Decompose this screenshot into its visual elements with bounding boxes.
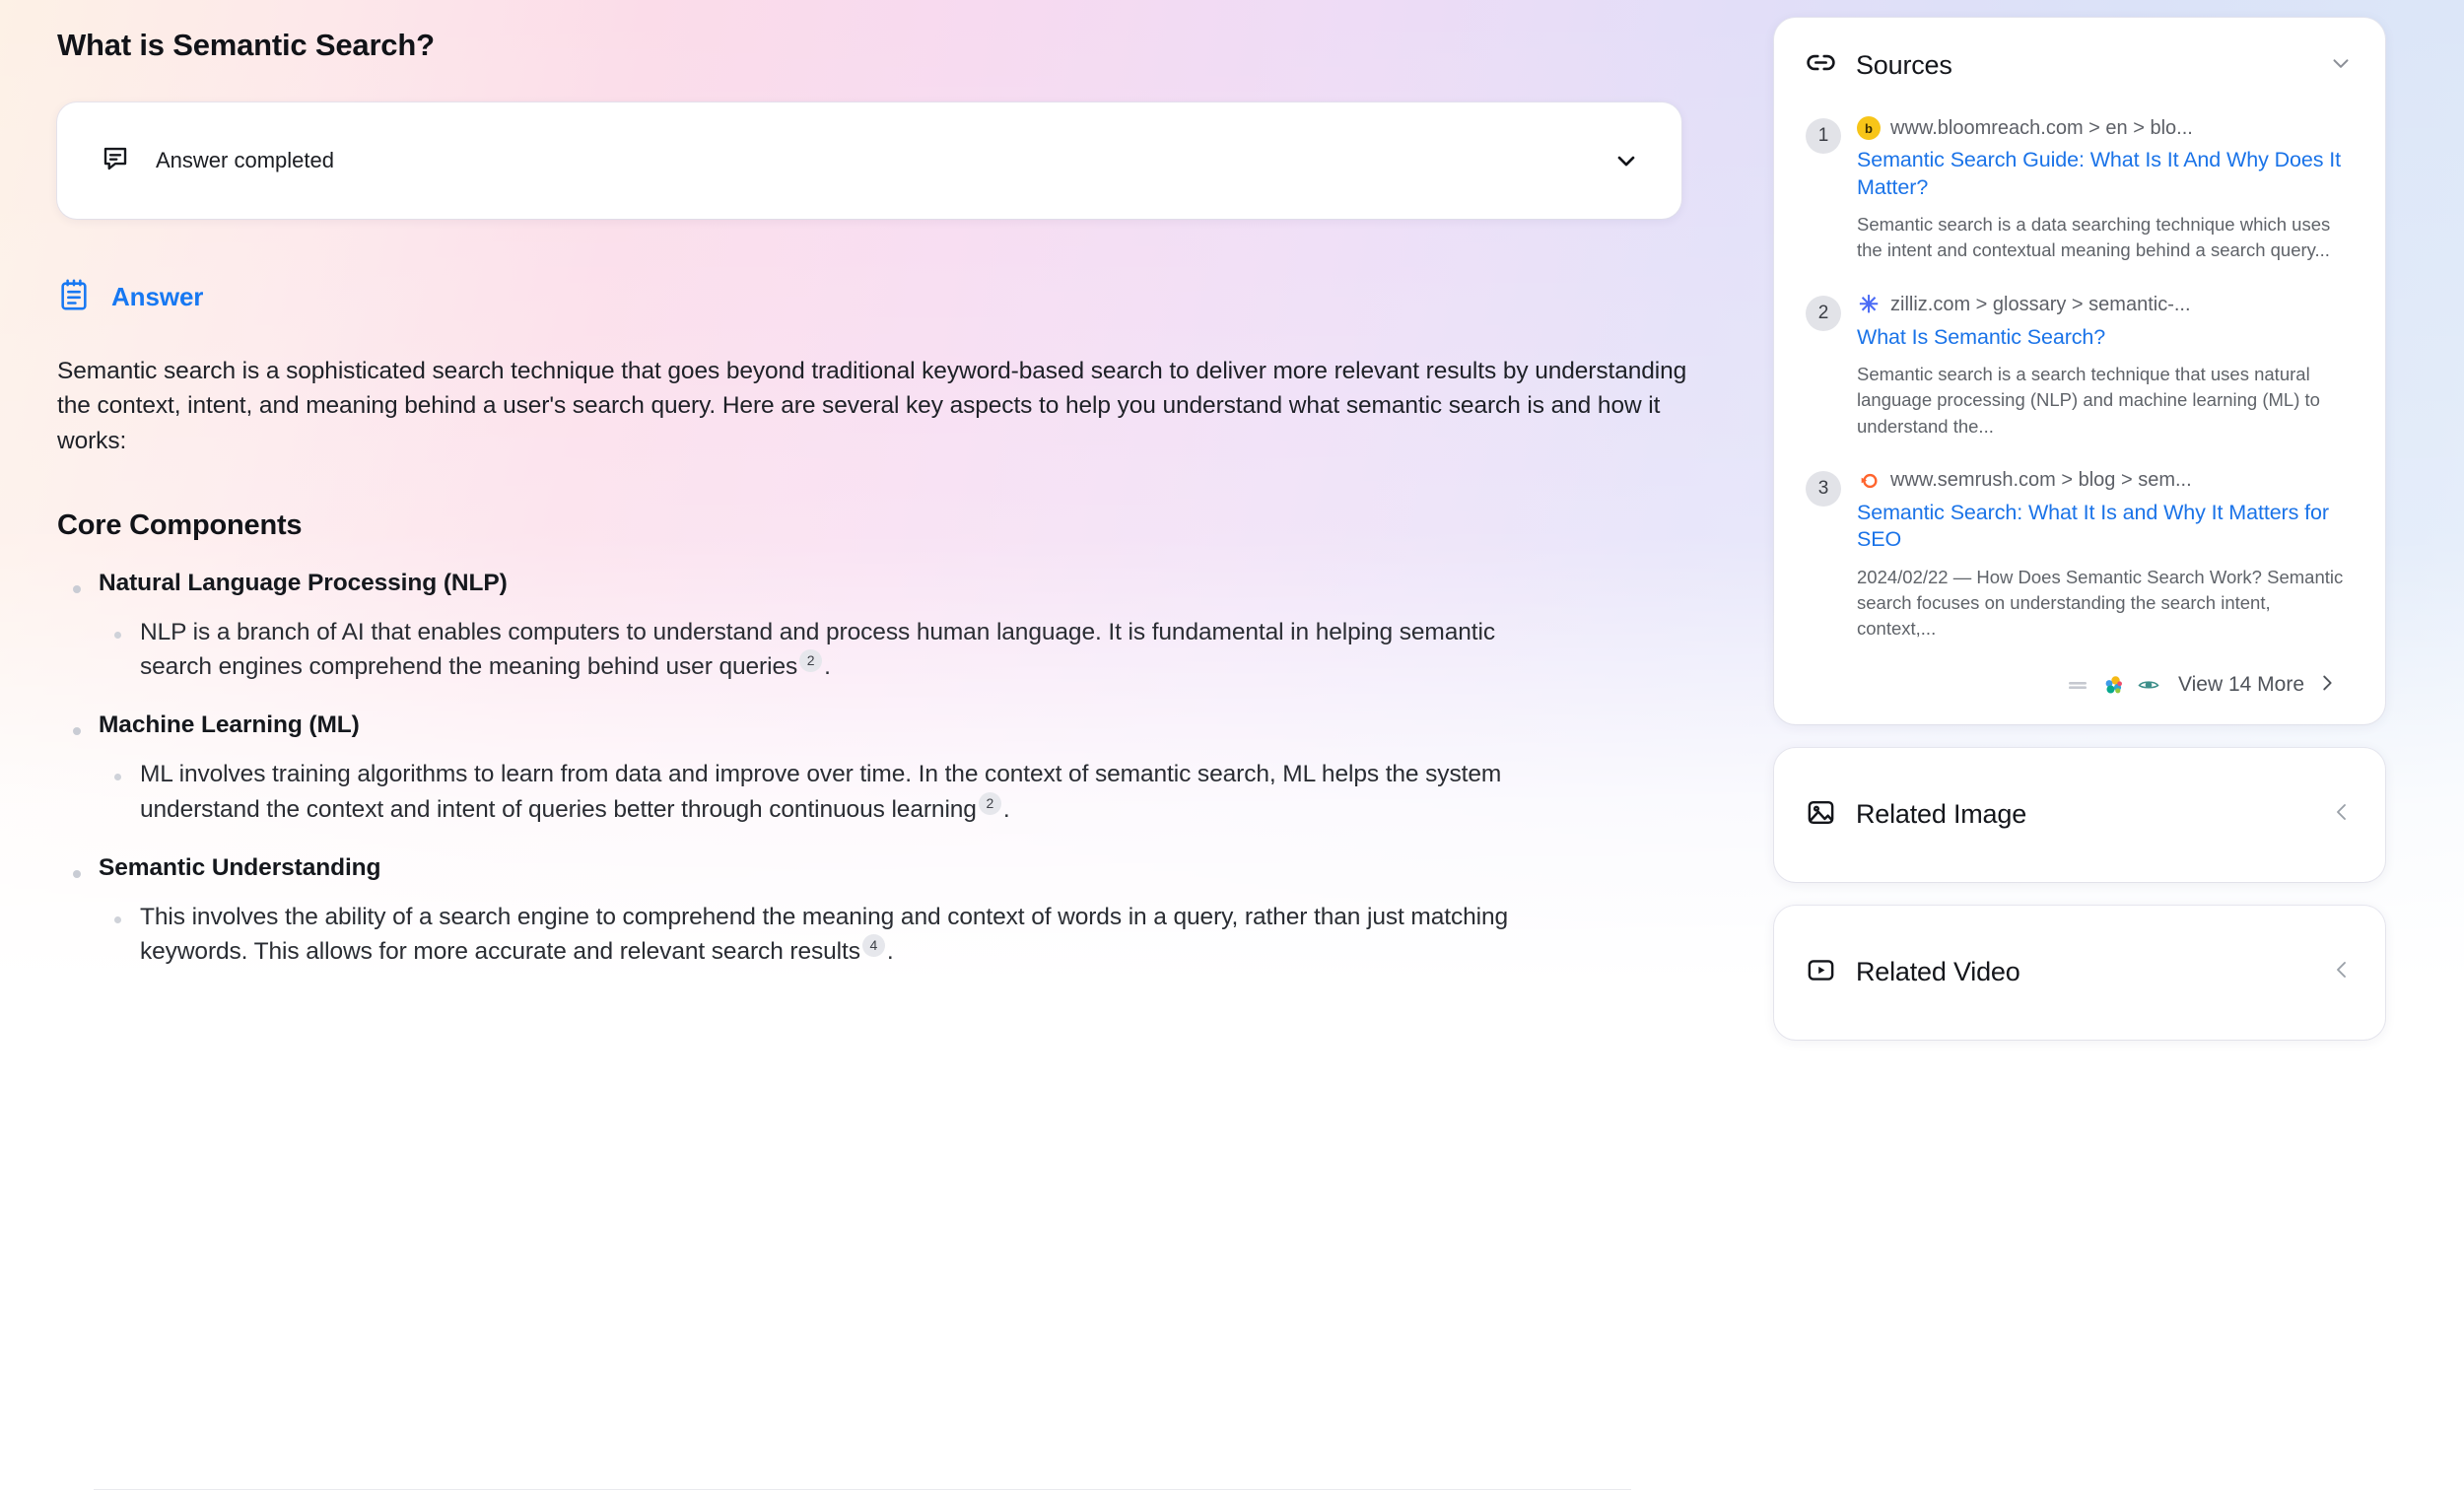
source-snippet: 2024/02/22 — How Does Semantic Search Wo…	[1857, 566, 2344, 640]
citation-badge[interactable]: 4	[861, 934, 885, 958]
source-number: 3	[1806, 470, 1841, 507]
sub-list: ML involves training algorithms to learn…	[99, 757, 1693, 827]
related-video-card[interactable]: Related Video	[1774, 905, 2385, 1040]
source-body: ✳ zilliz.com > glossary > semantic-... W…	[1857, 294, 2354, 440]
answer-body: Semantic search is a sophisticated searc…	[57, 354, 1693, 969]
sub-list-item: This involves the ability of a search en…	[99, 900, 1693, 970]
page-layout: What is Semantic Search? Answer complete…	[0, 0, 2464, 1490]
semrush-favicon	[1857, 469, 1881, 493]
sub-text-tail: .	[1002, 795, 1010, 823]
list-item: Semantic Understanding This involves the…	[57, 854, 1693, 970]
source-item[interactable]: 2 ✳ zilliz.com > glossary > semantic-...…	[1806, 294, 2354, 440]
answer-column: What is Semantic Search? Answer complete…	[0, 0, 1774, 1490]
list-item: Natural Language Processing (NLP) NLP is…	[57, 570, 1693, 685]
sub-list: NLP is a branch of AI that enables compu…	[99, 615, 1693, 685]
zilliz-favicon: ✳	[1858, 293, 1880, 317]
view-more-button[interactable]: View 14 More	[1806, 672, 2354, 699]
source-url: www.semrush.com > blog > sem...	[1890, 469, 2192, 492]
chevron-right-icon	[2316, 672, 2338, 699]
sources-card: Sources 1 b www.bloomreach.com > en > bl…	[1774, 18, 2385, 724]
lines-icon	[2066, 673, 2089, 697]
app-root: What is Semantic Search? Answer complete…	[0, 0, 2464, 1490]
list-item: Machine Learning (ML) ML involves traini…	[57, 711, 1693, 827]
answer-label: Answer	[111, 282, 204, 311]
sub-text-main: ML involves training algorithms to learn…	[140, 761, 1502, 823]
sub-text-main: This involves the ability of a search en…	[140, 903, 1509, 966]
source-number: 2	[1806, 295, 1841, 331]
sources-header[interactable]: Sources	[1806, 47, 2354, 83]
answer-status-left: Answer completed	[101, 144, 1605, 178]
bloomreach-favicon: b	[1857, 116, 1881, 140]
answer-status-label: Answer completed	[156, 148, 334, 172]
answer-status-card[interactable]: Answer completed	[57, 102, 1681, 219]
citation-badge[interactable]: 2	[799, 649, 823, 673]
sub-list: This involves the ability of a search en…	[99, 900, 1693, 970]
sub-list-text: ML involves training algorithms to learn…	[140, 757, 1520, 827]
related-image-card[interactable]: Related Image	[1774, 747, 2385, 882]
source-number: 1	[1806, 118, 1841, 154]
page-title: What is Semantic Search?	[57, 28, 435, 62]
chat-bubble-icon	[101, 144, 130, 178]
list-item-title: Semantic Understanding	[99, 853, 381, 881]
sidebar-column: Sources 1 b www.bloomreach.com > en > bl…	[1774, 0, 2464, 1490]
source-url: www.bloomreach.com > en > blo...	[1890, 116, 2193, 139]
related-video-title: Related Video	[1856, 957, 2020, 987]
source-title-link[interactable]: Semantic Search: What It Is and Why It M…	[1857, 500, 2354, 554]
chevron-left-icon[interactable]	[2330, 800, 2354, 829]
sub-list-text: NLP is a branch of AI that enables compu…	[140, 615, 1520, 685]
answer-intro-paragraph: Semantic search is a sophisticated searc…	[57, 358, 1687, 454]
sub-text-tail: .	[886, 938, 894, 966]
source-url-row: www.semrush.com > blog > sem...	[1857, 469, 2354, 493]
view-more-label: View 14 More	[2177, 673, 2304, 697]
image-icon	[1806, 797, 1836, 833]
link-icon	[1806, 47, 1836, 83]
sub-text-main: NLP is a branch of AI that enables compu…	[140, 618, 1495, 681]
source-url-row: ✳ zilliz.com > glossary > semantic-...	[1857, 294, 2354, 317]
related-image-title: Related Image	[1856, 799, 2027, 830]
source-body: www.semrush.com > blog > sem... Semantic…	[1857, 469, 2354, 643]
notepad-icon	[57, 278, 91, 316]
source-item[interactable]: 3 www.semrush.com > blog > sem... Semant…	[1806, 469, 2354, 643]
list-item-title: Natural Language Processing (NLP)	[99, 569, 508, 596]
chevron-down-icon[interactable]	[1605, 139, 1648, 182]
source-url: zilliz.com > glossary > semantic-...	[1890, 294, 2191, 316]
citation-badge[interactable]: 2	[978, 791, 1001, 815]
answer-header: Answer	[57, 278, 1774, 316]
core-components-list: Natural Language Processing (NLP) NLP is…	[57, 570, 1693, 970]
eye-favicon	[2137, 673, 2160, 697]
sub-list-item: NLP is a branch of AI that enables compu…	[99, 615, 1693, 685]
sub-list-text: This involves the ability of a search en…	[140, 900, 1520, 970]
source-body: b www.bloomreach.com > en > blo... Seman…	[1857, 116, 2354, 264]
chevron-down-icon[interactable]	[2328, 50, 2354, 81]
source-title-link[interactable]: What Is Semantic Search?	[1857, 324, 2354, 352]
source-snippet: Semantic search is a search technique th…	[1857, 364, 2320, 437]
sources-title: Sources	[1856, 49, 1952, 80]
source-url-row: b www.bloomreach.com > en > blo...	[1857, 116, 2354, 140]
elastic-favicon	[2101, 673, 2125, 697]
source-snippet: Semantic search is a data searching tech…	[1857, 214, 2331, 261]
list-item-title: Machine Learning (ML)	[99, 711, 360, 739]
section-heading-core-components: Core Components	[57, 508, 303, 541]
sub-text-tail: .	[824, 653, 831, 681]
source-title-link[interactable]: Semantic Search Guide: What Is It And Wh…	[1857, 147, 2354, 201]
sub-list-item: ML involves training algorithms to learn…	[99, 757, 1693, 827]
video-play-icon	[1806, 955, 1836, 990]
source-item[interactable]: 1 b www.bloomreach.com > en > blo... Sem…	[1806, 116, 2354, 264]
sources-list: 1 b www.bloomreach.com > en > blo... Sem…	[1806, 116, 2354, 643]
chevron-left-icon[interactable]	[2330, 958, 2354, 986]
